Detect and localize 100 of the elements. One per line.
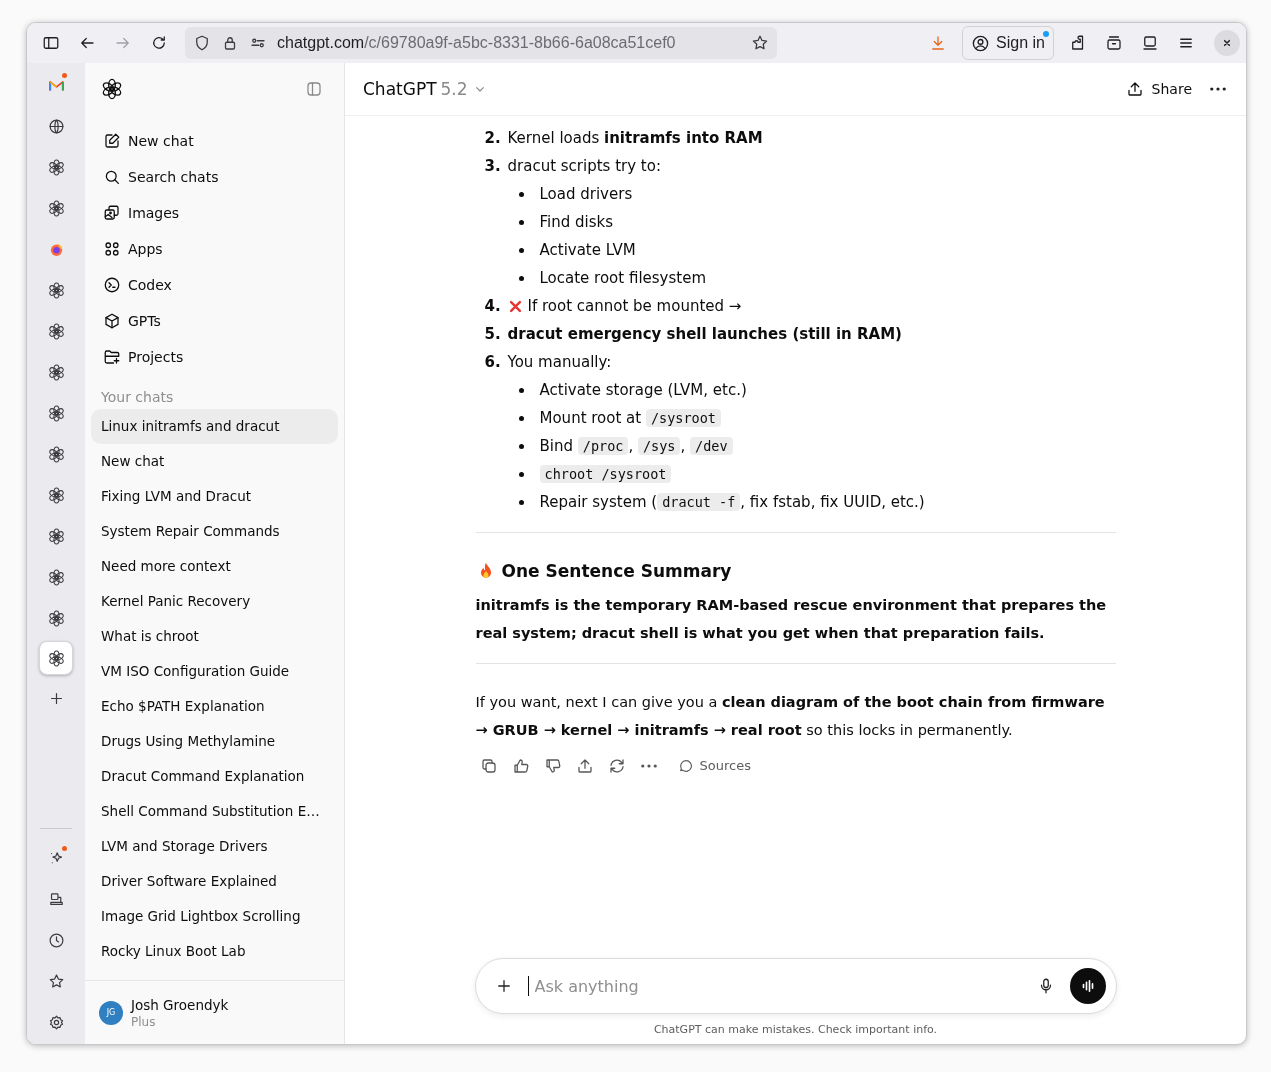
chat-item[interactable]: Drugs Using Methylamine (91, 724, 338, 759)
bullet (518, 219, 524, 225)
list-item-text: You manually: (507, 352, 612, 373)
compose-icon (103, 132, 121, 150)
nav-item[interactable]: GPTs (91, 303, 338, 339)
chatgpt-logo-icon (101, 78, 123, 100)
avatar: JG (99, 1000, 123, 1025)
chat-item[interactable]: Echo $PATH Explanation (91, 689, 338, 724)
nav-item[interactable]: Apps (91, 231, 338, 267)
bullet (518, 471, 524, 477)
url-text: chatgpt.com/c/69780a9f-a5bc-8331-8b66-6a08ca51cef0 (277, 34, 676, 52)
bullet (518, 275, 524, 281)
panel-icon (305, 80, 323, 98)
list-item-text: dracut emergency shell launches (still in RAM) (507, 324, 902, 345)
nav-item[interactable]: New chat (91, 123, 338, 159)
bullet (518, 387, 524, 393)
nav-item[interactable]: Images (91, 195, 338, 231)
bullet-text: Repair system ( dracut -f , fix fstab, fix UUID, etc.) (539, 492, 925, 513)
globe-icon (47, 117, 65, 135)
share-button[interactable]: Share (1115, 74, 1202, 104)
container-icon (1105, 34, 1123, 52)
app-shortcut[interactable] (39, 641, 73, 675)
disclaimer-text: ChatGPT can make mistakes. Check important info. (653, 1023, 938, 1036)
speech-bubble-icon (677, 758, 694, 774)
close-button[interactable] (1214, 30, 1240, 56)
nav-item[interactable]: Projects (91, 339, 338, 375)
chat-item[interactable]: Driver Software Explained (91, 864, 338, 899)
cross-mark-icon (507, 298, 523, 314)
voice-mode-button[interactable] (1069, 968, 1106, 1004)
plan-label: Plus (131, 1014, 157, 1029)
cube-icon (103, 312, 121, 330)
share-icon (1125, 80, 1144, 98)
chat-item[interactable]: Image Grid Lightbox Scrolling (91, 899, 338, 934)
chatgpt-logo-icon (47, 445, 65, 463)
chat-item[interactable]: Linux initramfs and dracut (91, 409, 338, 444)
user-profile[interactable]: JG Josh Groendyk Plus (85, 980, 344, 1044)
chat-item[interactable]: VM ISO Configuration Guide (91, 654, 338, 689)
notification-dot (1043, 31, 1049, 37)
chatgpt-logo-icon (47, 158, 65, 176)
share-icon (575, 757, 594, 775)
reload-icon (150, 34, 168, 52)
text-cursor (527, 976, 529, 996)
thumbs-down-icon (543, 757, 562, 775)
search-icon (103, 168, 121, 186)
copy-icon (479, 757, 498, 775)
bullet-text: Find disks (539, 212, 613, 233)
shield-icon (193, 34, 211, 52)
clock-icon (47, 931, 65, 949)
chat-item[interactable]: What is chroot (91, 619, 338, 654)
list-number: 2. (483, 128, 502, 149)
list-number: 5. (483, 324, 502, 345)
folder-icon (103, 348, 121, 366)
device-icon (47, 890, 65, 908)
chat-item[interactable]: System Repair Commands (91, 514, 338, 549)
bullet (518, 415, 524, 421)
list-number: 3. (483, 156, 502, 177)
message-input[interactable]: Ask anything (534, 976, 775, 996)
chat-item[interactable]: LVM and Storage Drivers (91, 829, 338, 864)
user-name: Josh Groendyk (131, 996, 229, 1013)
nav-item[interactable]: Search chats (91, 159, 338, 195)
chat-item[interactable]: Kernel Panic Recovery (91, 584, 338, 619)
bullet (518, 191, 524, 197)
chatgpt-logo-icon (47, 322, 65, 340)
chatgpt-logo-icon (47, 527, 65, 545)
sidebar-icon (42, 34, 60, 52)
address-bar[interactable]: chatgpt.com/c/69780a9f-a5bc-8331-8b66-6a08ca51cef0 (185, 27, 777, 59)
bullet-text: Activate storage (LVM, etc.) (539, 380, 747, 401)
section-title: Your chats (100, 389, 175, 405)
regenerate-icon (607, 757, 626, 775)
model-selector[interactable]: ChatGPT 5.2 (363, 79, 488, 99)
bullet-text: Activate LVM (539, 240, 636, 261)
chatgpt-logo-icon (47, 199, 65, 217)
chat-item[interactable]: Need more context (91, 549, 338, 584)
chatgpt-logo-icon (47, 486, 65, 504)
screen-icon (1141, 34, 1159, 52)
chat-item[interactable]: Dracut Command Explanation (91, 759, 338, 794)
list-item-text: dracut scripts try to: (507, 156, 661, 177)
bullet-text: Locate root filesystem (539, 268, 706, 289)
chatgpt-logo-icon (47, 404, 65, 422)
chatgpt-logo-icon (47, 649, 65, 667)
list-number: 4. (483, 296, 502, 317)
chatgpt-logo-icon (47, 363, 65, 381)
chat-item[interactable]: Rocky Linux Boot Lab (91, 934, 338, 969)
terminal-icon (103, 276, 121, 294)
list-item-text: Kernel loads initramfs into RAM (507, 128, 763, 149)
bullet (518, 443, 524, 449)
gear-icon (47, 1013, 65, 1031)
thumbs-up-icon (511, 757, 530, 775)
sources-button[interactable]: Sources (671, 752, 757, 780)
chat-item[interactable]: Fixing LVM and Dracut (91, 479, 338, 514)
sign-in-button[interactable]: Sign in (962, 26, 1054, 60)
chatgpt-logo-icon (47, 568, 65, 586)
bullet-text: Load drivers (539, 184, 633, 205)
images-icon (103, 204, 121, 222)
paragraph: If you want, next I can give you a clean diagram of the boot chain from firmware → GRUB → kernel → initramfs → real root so this locks in permanently. (475, 693, 1106, 740)
chat-item[interactable]: New chat (91, 444, 338, 479)
bullet (518, 247, 524, 253)
nav-item[interactable]: Codex (91, 267, 338, 303)
star-icon (47, 972, 65, 990)
chat-item[interactable]: Shell Command Substitution E… (91, 794, 338, 829)
